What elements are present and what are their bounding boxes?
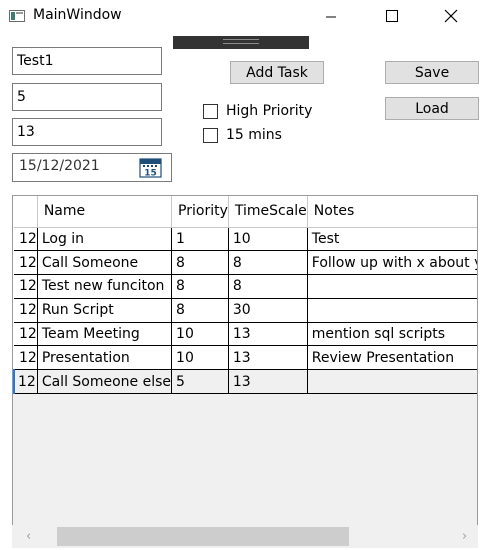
high-priority-checkbox[interactable] [203,103,218,119]
fifteen-mins-checkbox[interactable] [203,127,218,143]
add-task-button[interactable]: Add Task [230,61,324,84]
cell-priority[interactable]: 10 [171,345,229,371]
cell-timescale[interactable]: 8 [227,250,308,276]
title-bar[interactable]: MainWindow [0,0,481,32]
table-row[interactable]: 12 Team Meeting 10 13 mention sql script… [14,321,477,347]
cell-timescale[interactable]: 30 [227,297,308,323]
maximize-icon [386,10,398,22]
cell-priority[interactable]: 8 [171,297,229,323]
window-title: MainWindow [33,7,122,23]
cell-timescale[interactable]: 10 [227,226,308,252]
high-priority-checkbox-row[interactable]: High Priority [203,102,312,120]
timescale-input[interactable]: 13 [12,118,162,146]
cell-notes[interactable]: Test [306,226,477,252]
priority-input[interactable]: 5 [12,83,162,111]
cell-notes[interactable]: Follow up with x about y [306,250,477,276]
row-header[interactable]: 12 [14,250,38,276]
row-header[interactable]: 12 [14,297,38,323]
table-row[interactable]: 12 Log in 1 10 Test [14,226,477,252]
cell-notes[interactable] [306,297,477,323]
row-header[interactable]: 12 [14,321,38,347]
minimize-button[interactable] [308,0,354,32]
row-header[interactable]: 12 [13,369,38,395]
date-picker-text[interactable]: 15/12/2021 [19,158,100,174]
select-all-corner[interactable] [14,196,38,228]
column-header-timescale[interactable]: TimeScale [228,196,308,228]
fifteen-mins-checkbox-row[interactable]: 15 mins [203,126,282,144]
fifteen-mins-label[interactable]: 15 mins [226,127,282,143]
load-button[interactable]: Load [385,97,479,120]
cell-timescale[interactable]: 13 [227,321,308,347]
header-row: Name Priority TimeScale Notes [14,196,477,228]
cell-timescale[interactable]: 13 [227,369,308,395]
maximize-button[interactable] [369,0,415,32]
cell-notes[interactable]: Review Presentation [306,345,477,371]
save-button[interactable]: Save [385,61,479,84]
grip-icon [223,39,259,44]
table-row[interactable]: 12 Call Someone 8 8 Follow up with x abo… [14,250,477,276]
cell-notes[interactable] [306,369,477,395]
tasks-table: Name Priority TimeScale Notes 12 Log in … [13,196,477,395]
tasks-datagrid[interactable]: Name Priority TimeScale Notes 12 Log in … [12,195,478,548]
cell-timescale[interactable]: 13 [227,345,308,371]
cell-priority[interactable]: 1 [171,226,229,252]
cell-notes[interactable]: mention sql scripts [306,321,477,347]
calendar-icon[interactable]: 15 [139,157,162,178]
table-row[interactable]: 12 Presentation 10 13 Review Presentatio… [14,345,477,371]
name-input[interactable]: Test1 [12,47,162,75]
cell-name[interactable]: Log in [36,226,173,252]
horizontal-scrollbar[interactable]: ‹ › [12,525,478,548]
cell-name[interactable]: Test new funciton [36,274,173,299]
cell-name[interactable]: Run Script [36,297,173,323]
cell-name[interactable]: Call Someone [36,250,173,276]
cell-priority[interactable]: 10 [171,321,229,347]
column-header-notes[interactable]: Notes [307,196,477,228]
splitter-bar[interactable] [173,36,309,49]
window-app-icon [9,10,25,22]
cell-priority[interactable]: 5 [171,369,229,395]
row-header[interactable]: 12 [14,345,38,371]
column-header-name[interactable]: Name [37,196,173,228]
row-header[interactable]: 12 [14,274,38,299]
calendar-day: 15 [144,169,157,179]
cell-name[interactable]: Presentation [36,345,173,371]
date-picker[interactable]: 15/12/2021 15 [12,153,172,182]
scroll-left-icon[interactable]: ‹ [26,529,31,544]
minimize-icon [326,16,336,18]
cell-name[interactable]: Team Meeting [36,321,173,347]
row-header[interactable]: 12 [14,226,38,252]
close-icon [444,9,458,23]
table-row[interactable]: 12 Run Script 8 30 [14,297,477,323]
table-row[interactable]: 12 Call Someone else 5 13 [13,369,477,395]
cell-priority[interactable]: 8 [171,274,229,299]
cell-notes[interactable] [306,274,477,299]
scrollbar-thumb[interactable] [57,527,349,546]
column-header-priority[interactable]: Priority [171,196,229,228]
close-button[interactable] [428,0,474,32]
cell-priority[interactable]: 8 [171,250,229,276]
cell-timescale[interactable]: 8 [227,274,308,299]
high-priority-label[interactable]: High Priority [226,103,312,119]
scroll-right-icon[interactable]: › [462,529,467,544]
cell-name[interactable]: Call Someone else [36,369,173,395]
table-row[interactable]: 12 Test new funciton 8 8 [14,274,477,299]
